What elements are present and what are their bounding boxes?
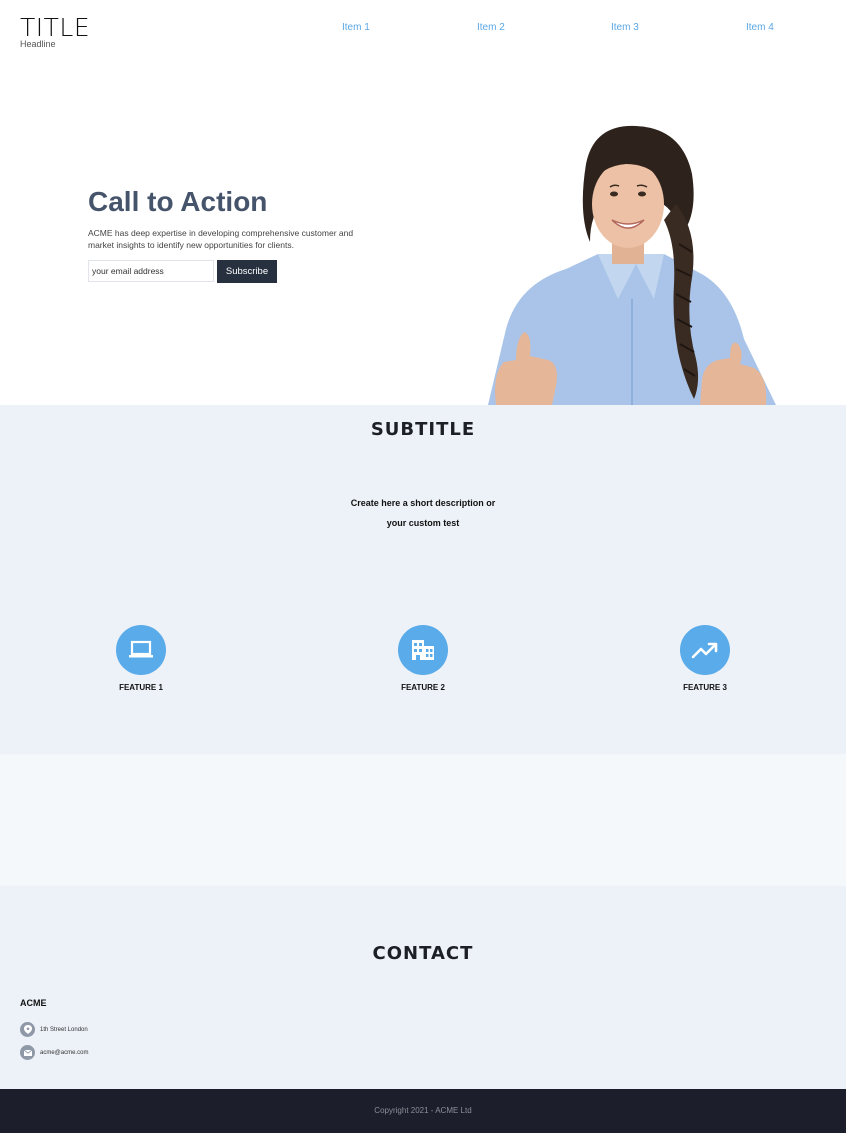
header: TITLE Headline Item 1 Item 2 Item 3 Item… (0, 0, 846, 60)
hero-text: ACME has deep expertise in developing co… (88, 228, 354, 250)
features-section: SUBTITLE Create here a short description… (0, 405, 846, 754)
contact-address: 1th Street London (40, 1026, 88, 1033)
company-name: ACME (20, 998, 47, 1008)
nav-item-2[interactable]: Item 2 (477, 22, 505, 33)
email-input[interactable] (88, 260, 214, 282)
site-title: TITLE (20, 13, 91, 42)
footer: Copyright 2021 - ACME Ltd (0, 1089, 846, 1133)
nav-item-3[interactable]: Item 3 (611, 22, 639, 33)
trending-up-icon (680, 625, 730, 675)
feature-item-2: FEATURE 2 (363, 625, 483, 692)
copyright-text: Copyright 2021 - ACME Ltd (374, 1106, 472, 1115)
hero-heading: Call to Action (88, 186, 268, 217)
features-title: SUBTITLE (370, 419, 476, 440)
building-icon (398, 625, 448, 675)
contact-email-row: acme@acme.com (20, 1045, 88, 1060)
subscribe-button[interactable]: Subscribe (217, 260, 277, 283)
spacer-section (0, 754, 846, 886)
hero-section: Call to Action ACME has deep expertise i… (0, 60, 846, 405)
feature-label-3: FEATURE 3 (683, 683, 727, 692)
feature-label-2: FEATURE 2 (401, 683, 445, 692)
features-description-line1: Create here a short description or (350, 498, 496, 508)
location-pin-icon (20, 1022, 35, 1037)
nav-item-4[interactable]: Item 4 (746, 22, 774, 33)
contact-address-row: 1th Street London (20, 1022, 88, 1037)
nav-item-1[interactable]: Item 1 (342, 22, 370, 33)
feature-item-3: FEATURE 3 (645, 625, 765, 692)
woman-thumbs-up-photo (488, 125, 776, 405)
features-description-line2: your custom test (386, 518, 460, 528)
mail-icon (20, 1045, 35, 1060)
feature-item-1: FEATURE 1 (81, 625, 201, 692)
feature-label-1: FEATURE 1 (119, 683, 163, 692)
contact-section: CONTACT ACME 1th Street London acme@acme… (0, 886, 846, 1089)
contact-title: CONTACT (372, 943, 474, 964)
site-headline: Headline (20, 39, 56, 49)
contact-email[interactable]: acme@acme.com (40, 1050, 88, 1056)
laptop-icon (116, 625, 166, 675)
